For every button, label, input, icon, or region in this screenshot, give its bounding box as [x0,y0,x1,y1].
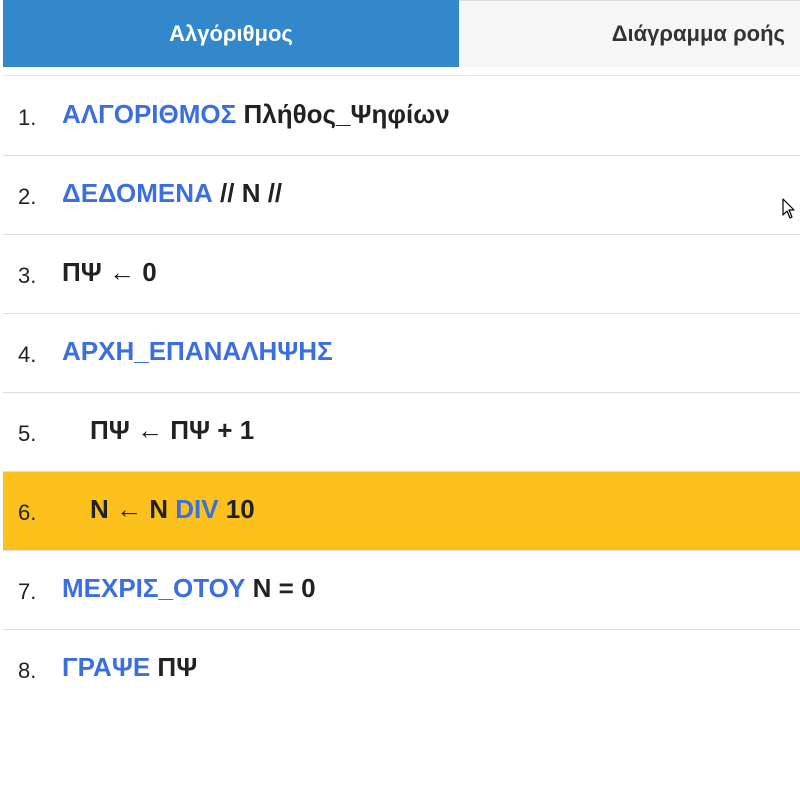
code-line-6-highlighted[interactable]: 6. Ν ← Ν DIV 10 [3,472,800,551]
code-text: ΠΨ ← 0 [62,257,157,287]
line-number: 7. [18,579,37,604]
keyword: ΜΕΧΡΙΣ_ΟΤΟΥ [62,573,246,603]
keyword: ΓΡΑΨΕ [62,652,151,682]
code-post: 10 [218,494,255,524]
code-line-8[interactable]: 8. ΓΡΑΨΕ ΠΨ [3,630,800,709]
code-list: 1. ΑΛΓΟΡΙΘΜΟΣ Πλήθος_Ψηφίων 2. ΔΕΔΟΜΕΝΑ … [3,77,800,709]
algorithm-viewer: Αλγόριθμος Διάγραμμα ροής 1. ΑΛΓΟΡΙΘΜΟΣ … [0,0,800,800]
code-line-2[interactable]: 2. ΔΕΔΟΜΕΝΑ // Ν // [3,156,800,235]
keyword: ΔΕΔΟΜΕΝΑ [62,178,213,208]
code-text: Ν ← Ν DIV 10 [90,494,255,525]
tab-separator [3,67,800,76]
line-number: 2. [18,184,37,209]
code-text: ΜΕΧΡΙΣ_ΟΤΟΥ Ν = 0 [62,573,316,604]
keyword: DIV [175,494,219,524]
code-line-1[interactable]: 1. ΑΛΓΟΡΙΘΜΟΣ Πλήθος_Ψηφίων [3,77,800,156]
code-rest: Πλήθος_Ψηφίων [236,99,450,129]
line-number: 1. [18,105,37,130]
code-text: ΓΡΑΨΕ ΠΨ [62,652,197,683]
tab-flowchart[interactable]: Διάγραμμα ροής [459,0,800,67]
code-line-5[interactable]: 5. ΠΨ ← ΠΨ + 1 [3,393,800,472]
code-text: ΠΨ ← ΠΨ + 1 [90,415,255,445]
line-number: 4. [18,342,37,367]
tab-flowchart-label: Διάγραμμα ροής [611,21,785,46]
code-pre: Ν ← Ν [90,494,176,524]
code-rest: ΠΨ [150,652,198,682]
code-rest: // Ν // [212,178,283,208]
line-number: 3. [18,263,37,288]
code-rest: Ν = 0 [245,573,316,603]
keyword: ΑΛΓΟΡΙΘΜΟΣ [62,99,237,129]
tab-algorithm-label: Αλγόριθμος [169,20,293,46]
tab-algorithm[interactable]: Αλγόριθμος [3,0,459,67]
tab-bar: Αλγόριθμος Διάγραμμα ροής [3,0,800,67]
code-line-4[interactable]: 4. ΑΡΧΗ_ΕΠΑΝΑΛΗΨΗΣ [3,314,800,393]
mouse-pointer-icon [782,198,795,219]
code-text: ΑΛΓΟΡΙΘΜΟΣ Πλήθος_Ψηφίων [62,99,450,130]
code-line-3[interactable]: 3. ΠΨ ← 0 [3,235,800,314]
line-number: 8. [18,658,37,683]
line-number: 5. [18,421,37,446]
code-text: ΔΕΔΟΜΕΝΑ // Ν // [62,178,282,209]
line-number: 6. [18,500,37,525]
code-line-7[interactable]: 7. ΜΕΧΡΙΣ_ΟΤΟΥ Ν = 0 [3,551,800,630]
keyword: ΑΡΧΗ_ΕΠΑΝΑΛΗΨΗΣ [62,336,333,366]
